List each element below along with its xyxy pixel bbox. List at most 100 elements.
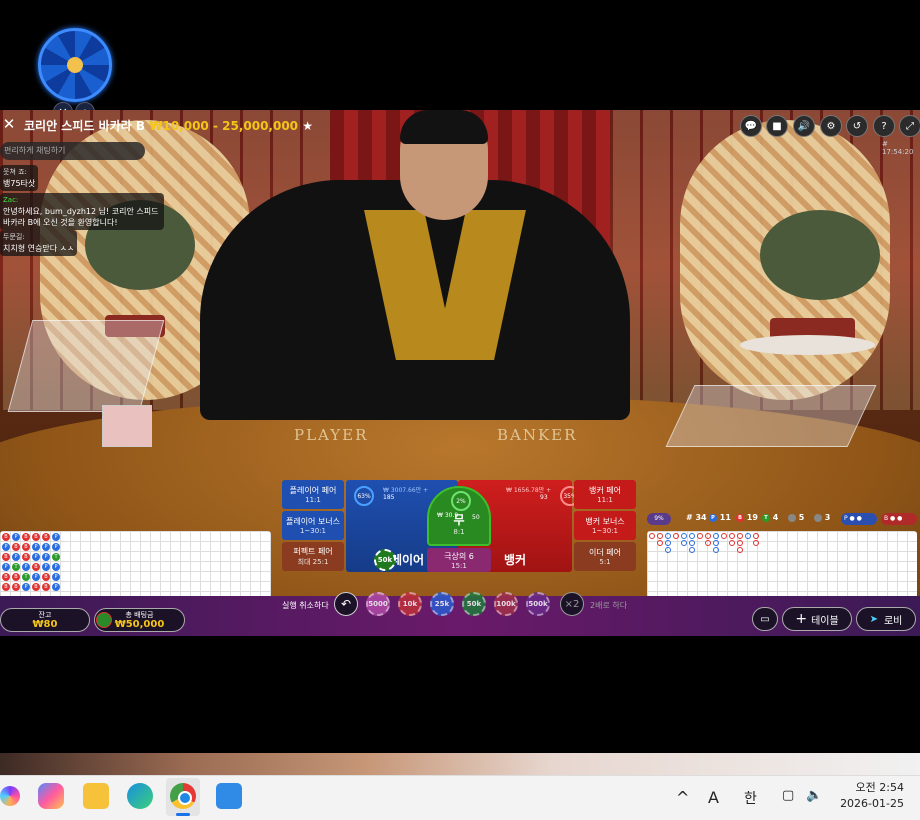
- big-road-mark: [721, 533, 727, 539]
- big-road-mark: [729, 540, 735, 546]
- bead-result: P: [2, 543, 10, 551]
- chat-toggle-icon[interactable]: ▭: [752, 607, 778, 631]
- balance-display: 잔고 ₩80: [0, 608, 90, 632]
- big-road-mark: [753, 533, 759, 539]
- bead-result: P: [52, 573, 60, 581]
- bead-result: P: [32, 543, 40, 551]
- double-label: 2배로 하다: [590, 601, 628, 610]
- bead-result: P: [2, 563, 10, 571]
- fullscreen-icon[interactable]: ⤢: [899, 115, 920, 137]
- bead-result: T: [22, 573, 30, 581]
- file-explorer-icon[interactable]: [83, 783, 109, 809]
- bet-player-pair[interactable]: 플레이어 페어 11:1: [282, 480, 344, 509]
- chip-10k[interactable]: 10k: [398, 592, 422, 616]
- total-bet-value: ₩50,000: [114, 619, 165, 630]
- pair-dot-icon: [814, 513, 822, 522]
- bet-banker-bonus[interactable]: 뱅커 보너스 1~30:1: [574, 511, 636, 540]
- system-date: 2026-01-25: [840, 797, 904, 810]
- big-road-mark: [665, 533, 671, 539]
- big-road-mark: [737, 540, 743, 546]
- chip-25k[interactable]: 25k: [430, 592, 454, 616]
- bet-label: 퍼펙트 페어: [293, 547, 333, 556]
- bet-odds: 1~30:1: [299, 527, 327, 535]
- chip-5000[interactable]: 5000: [366, 592, 390, 616]
- big-road-mark: [753, 540, 759, 546]
- volume-icon[interactable]: 🔈: [806, 788, 822, 803]
- desktop-wallpaper: [0, 753, 920, 775]
- input-mode-indicator[interactable]: A: [708, 788, 719, 807]
- chrome-center-icon: [178, 791, 192, 805]
- table-name: 코리안 스피드 바카라 B: [24, 119, 146, 133]
- undo-icon[interactable]: ↶: [334, 592, 358, 616]
- bet-label: 뱅커 보너스: [585, 517, 625, 526]
- banker-count: 93: [540, 494, 548, 501]
- player-pairs-value: 5: [798, 513, 805, 522]
- chip-stack-icon: [96, 612, 112, 628]
- help-icon[interactable]: ?: [873, 115, 895, 137]
- player-predict-button[interactable]: P ● ●: [841, 513, 877, 525]
- bead-result: B: [32, 563, 40, 571]
- bet-odds: 최대 25:1: [297, 558, 329, 566]
- lobby-label: 로비: [883, 615, 903, 627]
- settings-icon[interactable]: ⚙: [820, 115, 842, 137]
- bead-result: P: [32, 573, 40, 581]
- bet-label: 뱅커 페어: [589, 486, 621, 495]
- double-button[interactable]: ×2: [560, 592, 584, 616]
- bead-result: P: [22, 563, 30, 571]
- tie-total: ₩ 30.9: [437, 512, 459, 519]
- favorite-star-icon[interactable]: ★: [302, 119, 313, 133]
- banker-dot-icon: B: [736, 513, 744, 522]
- banker-pair-stat: 3: [814, 513, 830, 522]
- chip-500k[interactable]: 500k: [526, 592, 550, 616]
- bet-range: ₩10,000 - 25,000,000: [149, 119, 299, 133]
- big-road-mark: [665, 540, 671, 546]
- chat-input[interactable]: 편리하게 채팅하기: [0, 142, 145, 160]
- tie-count: 50: [472, 514, 480, 521]
- bead-result: T: [12, 563, 20, 571]
- notepad-icon[interactable]: [216, 783, 242, 809]
- lobby-button[interactable]: ➤ 로비: [856, 607, 916, 631]
- system-clock[interactable]: 오전 2:54 2026-01-25: [838, 780, 904, 812]
- table-title: 코리안 스피드 바카라 B ₩10,000 - 25,000,000 ★: [24, 117, 313, 134]
- copilot-icon[interactable]: [38, 783, 64, 809]
- bet-player-bonus[interactable]: 플레이어 보너스 1~30:1: [282, 511, 344, 540]
- bead-result: B: [2, 553, 10, 561]
- chip-50k[interactable]: 50k: [462, 592, 486, 616]
- history-icon[interactable]: ↺: [846, 115, 868, 137]
- show-hidden-icons-icon[interactable]: ^: [676, 788, 689, 807]
- edge-icon[interactable]: [127, 783, 153, 809]
- bet-perfect-pair[interactable]: 퍼펙트 페어 최대 25:1: [282, 542, 344, 571]
- player-total: ₩ 3007.66만 +: [383, 487, 429, 494]
- app-circle-icon[interactable]: [0, 786, 20, 806]
- bead-result: B: [2, 583, 10, 591]
- video-icon[interactable]: ■: [766, 115, 788, 137]
- big-road-mark: [673, 533, 679, 539]
- bead-result: B: [2, 573, 10, 581]
- plus-icon: +: [795, 611, 808, 627]
- table-label-player: PLAYER: [294, 426, 369, 444]
- big-road-mark: [705, 533, 711, 539]
- big-road-mark: [713, 540, 719, 546]
- language-indicator[interactable]: 한: [744, 788, 757, 808]
- bet-either-pair[interactable]: 이더 페어 5:1: [574, 542, 636, 571]
- network-icon[interactable]: ▢: [782, 788, 794, 803]
- chat-icon[interactable]: 💬: [740, 115, 762, 137]
- bet-odds: 11:1: [597, 496, 613, 504]
- bet-banker-pair[interactable]: 뱅커 페어 11:1: [574, 480, 636, 509]
- chat-user: 웃쳐 죠:: [3, 168, 27, 176]
- sound-icon[interactable]: 🔊: [793, 115, 815, 137]
- chat-text: 치치형 연승맏다 ㅅㅅ: [3, 244, 75, 253]
- bet-super-six[interactable]: 극상의 6 15:1: [427, 548, 491, 572]
- close-game-icon[interactable]: ✕: [0, 115, 18, 133]
- bead-result: B: [22, 533, 30, 541]
- table-label: 테이블: [811, 615, 839, 627]
- bead-result: B: [32, 533, 40, 541]
- table-button[interactable]: + 테이블: [782, 607, 852, 631]
- chat-user: 두문길:: [3, 233, 25, 241]
- player-pair-stat: 5: [788, 513, 804, 522]
- chip-100k[interactable]: 100k: [494, 592, 518, 616]
- bead-result: B: [42, 533, 50, 541]
- banker-predict-button[interactable]: B ● ●: [881, 513, 917, 525]
- big-road-mark: [705, 540, 711, 546]
- big-road-mark: [681, 540, 687, 546]
